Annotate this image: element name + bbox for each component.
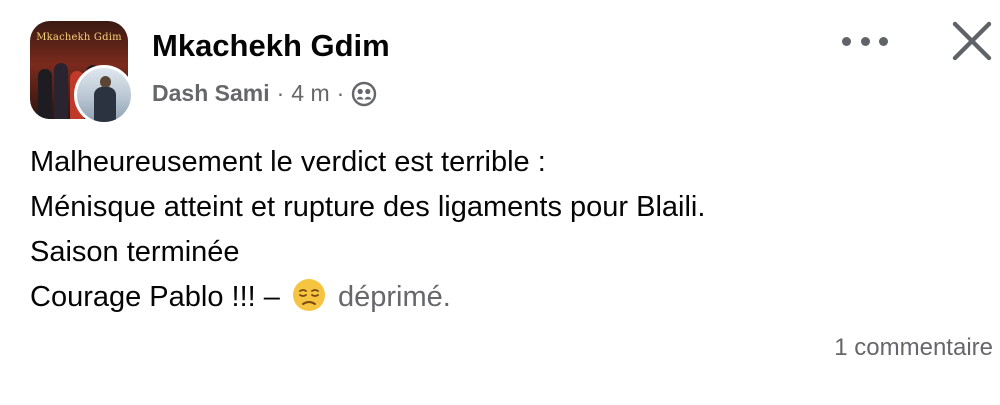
group-avatar-text: Mkachekh Gdim [36,32,122,43]
post-meta: Dash Sami · 4 m · [152,80,377,107]
post-text-line: Courage Pablo !!! – [30,281,280,313]
group-avatar-figure [38,69,52,119]
avatar-group[interactable]: Mkachekh Gdim [30,21,134,125]
avatar-person-body [94,87,116,122]
more-options-icon [879,36,888,46]
meta-separator: · [336,80,345,106]
post-text-line: Malheureusement le verdict est terrible … [30,146,546,178]
more-options-icon [842,36,851,46]
post-text-line: Ménisque atteint et rupture des ligament… [30,191,706,223]
author-name[interactable]: Dash Sami [152,80,270,107]
post-card: Mkachekh Gdim Mkachekh Gdim Dash Sami · … [0,0,1000,405]
author-avatar[interactable] [74,65,134,125]
group-audience-icon[interactable] [351,81,377,107]
post-text-line-feeling: Courage Pablo !!! – déprimé. [30,275,705,320]
pensive-face-emoji [292,279,325,311]
group-avatar-figure [54,63,68,119]
comment-count-link[interactable]: 1 commentaire [834,334,993,362]
meta-separator: · [276,80,285,106]
more-options-button[interactable] [838,26,892,56]
close-icon[interactable] [950,19,994,63]
feeling-label[interactable]: déprimé. [338,281,451,313]
post-timestamp[interactable]: 4 m [291,80,329,107]
more-options-icon [860,36,870,46]
group-name[interactable]: Mkachekh Gdim [152,28,390,64]
post-text: Malheureusement le verdict est terrible … [30,140,705,320]
post-text-line: Saison terminée [30,236,240,268]
